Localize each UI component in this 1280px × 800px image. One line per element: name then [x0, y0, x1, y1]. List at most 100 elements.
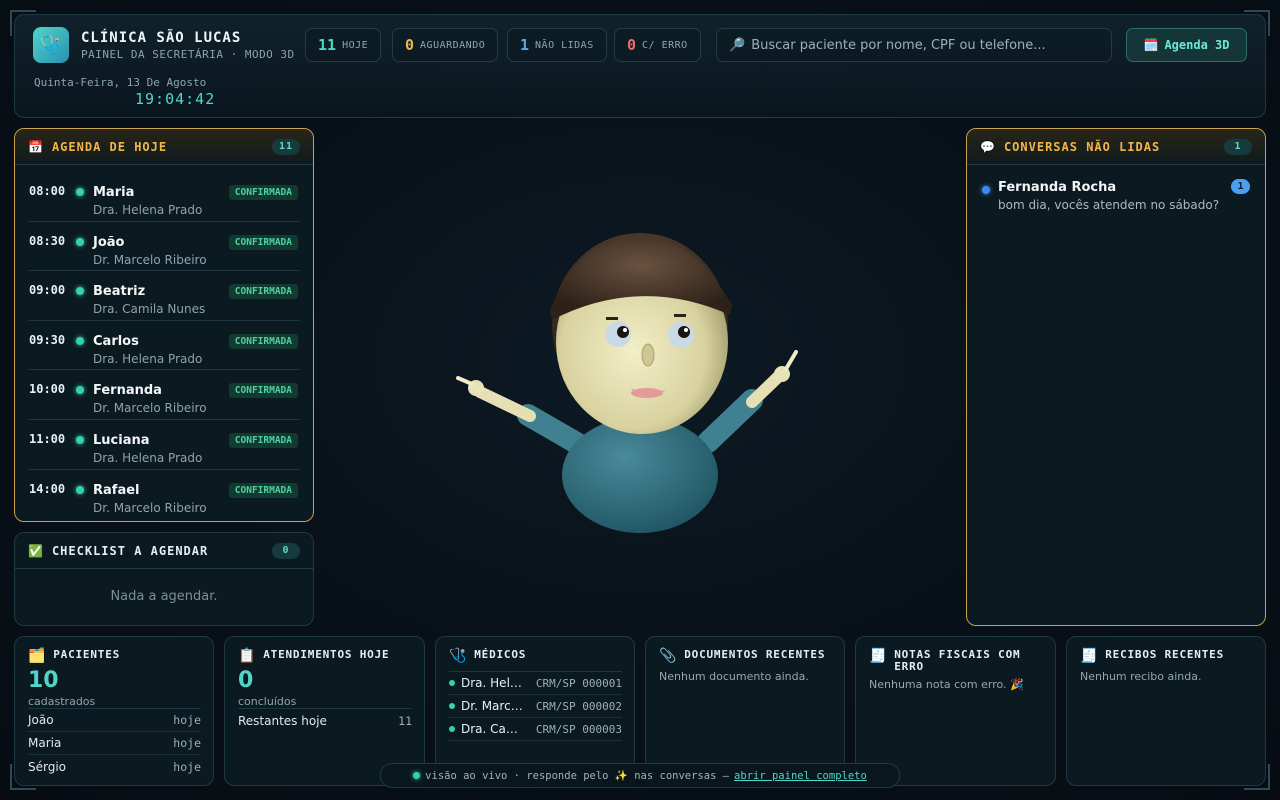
assistant-avatar[interactable] [440, 220, 820, 550]
left-finger [456, 376, 474, 386]
remaining-label: Restantes hoje [238, 713, 327, 728]
status-dot [76, 435, 84, 444]
message-preview: bom dia, vocês atendem no sábado? [998, 198, 1220, 212]
doctor-name: Dra. Camila Nunes [461, 722, 525, 736]
patient-name: Fernanda [93, 383, 162, 399]
appointment-time: 08:00 [29, 184, 66, 198]
patient-name: João [28, 713, 54, 727]
conversations-count: 1 [1224, 138, 1252, 155]
search-input[interactable]: 🔎 Buscar paciente por nome, CPF ou telef… [716, 28, 1112, 62]
top-header: 🩺 CLÍNICA SÃO LUCAS PAINEL DA SECRETÁRIA… [14, 14, 1266, 118]
status-dot [76, 287, 84, 296]
status-badge: CONFIRMADA [228, 482, 298, 498]
conversations-panel: 💬 CONVERSAS NÃO LIDAS 1 Fernanda Rocha b… [966, 128, 1266, 626]
agenda-title: AGENDA DE HOJE [51, 139, 168, 154]
status-dot [76, 336, 84, 345]
list-item[interactable]: Maria hoje [28, 732, 201, 755]
avatar-lips [631, 388, 663, 398]
card-title: NOTAS FISCAIS COM ERRO [894, 648, 1021, 673]
appointment-row[interactable]: 09:30 Carlos Dra. Helena Prado CONFIRMAD… [28, 321, 300, 371]
stat-label: HOJE [342, 39, 369, 51]
left-brow [606, 317, 618, 320]
checklist-title: CHECKLIST A AGENDAR [51, 543, 209, 558]
appointment-row[interactable]: 08:30 João Dr. Marcelo Ribeiro CONFIRMAD… [28, 222, 300, 272]
stat-value: 0 [405, 36, 415, 54]
conversations-header: 💬 CONVERSAS NÃO LIDAS 1 [967, 129, 1265, 165]
status-dot [449, 680, 455, 686]
status-badge: CONFIRMADA [228, 185, 298, 200]
unread-badge: 1 [1231, 179, 1250, 194]
doctor-row[interactable]: Dra. Camila Nunes CRM/SP 000003 [449, 718, 622, 741]
patient-name: Rafael [93, 482, 140, 498]
stat-com-erro[interactable]: 0 C/ ERRO [614, 28, 701, 62]
attendances-count: 0 [238, 668, 254, 693]
appointment-row[interactable]: 10:00 Fernanda Dr. Marcelo Ribeiro CONFI… [28, 370, 300, 420]
stat-hoje[interactable]: 11 HOJE [305, 28, 382, 62]
doctor-name: Dr. Marcelo Ribeiro [93, 500, 207, 515]
live-status-bar: visão ao vivo · responde pelo ✨ nas conv… [380, 763, 900, 788]
card-recibos[interactable]: 🧾 RECIBOS RECENTES Nenhum recibo ainda. [1066, 636, 1266, 786]
stethoscope-icon: 🩺 [33, 27, 69, 63]
list-item: Restantes hoje 11 [238, 709, 412, 732]
status-badge: CONFIRMADA [228, 284, 298, 300]
card-title: PACIENTES [53, 648, 121, 661]
patient-name: Luciana [93, 432, 150, 448]
patient-name: Carlos [93, 333, 139, 349]
appointment-row[interactable]: 11:00 Luciana Dra. Helena Prado CONFIRMA… [28, 420, 300, 470]
card-title: DOCUMENTOS RECENTES [684, 648, 826, 661]
right-forearm [746, 371, 784, 408]
patients-sub: cadastrados [28, 695, 96, 708]
doctor-row[interactable]: Dr. Marcelo Ribeiro CRM/SP 000002 [449, 695, 622, 718]
panel-subtitle: PAINEL DA SECRETÁRIA · MODO 3D [81, 48, 295, 61]
folder-icon: 🗂️ [28, 648, 47, 664]
status-dot [449, 726, 455, 732]
attendances-sub: concluídos [238, 695, 297, 708]
live-dot [413, 772, 421, 779]
open-full-panel-link[interactable]: abrir painel completo [734, 770, 867, 782]
card-title: MÉDICOS [474, 648, 527, 661]
appointment-time: 10:00 [29, 382, 66, 397]
card-title: RECIBOS RECENTES [1105, 648, 1224, 661]
agenda-3d-label: Agenda 3D [1164, 38, 1230, 52]
list-item[interactable]: Sérgio hoje [28, 755, 201, 778]
right-arm [697, 389, 763, 453]
appointment-row[interactable]: 08:00 Maria Dra. Helena Prado CONFIRMADA [28, 172, 300, 222]
status-dot [449, 703, 455, 709]
stat-aguardando[interactable]: 0 AGUARDANDO [392, 28, 499, 62]
conversation-item[interactable]: Fernanda Rocha bom dia, vocês atendem no… [980, 166, 1252, 222]
agenda-count: 11 [271, 138, 300, 155]
appointment-row[interactable]: 14:00 Rafael Dr. Marcelo Ribeiro CONFIRM… [28, 470, 300, 520]
doctor-name: Dra. Helena Prado [461, 676, 525, 690]
status-dot [76, 386, 84, 395]
unread-dot [982, 186, 990, 194]
checklist-header: ✅ CHECKLIST A AGENDAR 0 [15, 533, 313, 569]
agenda-header: 📅 AGENDA DE HOJE 11 [15, 129, 313, 165]
patient-when: hoje [173, 713, 201, 727]
patient-name: Sérgio [28, 759, 67, 774]
left-arm [517, 404, 591, 456]
agenda-3d-button[interactable]: 🗓️ Agenda 3D [1126, 28, 1247, 62]
chat-icon: 💬 [980, 139, 996, 154]
live-text: visão ao vivo · responde pelo ✨ nas conv… [425, 770, 730, 782]
documents-empty: Nenhum documento ainda. [659, 670, 809, 683]
right-pupil [678, 326, 690, 338]
invoices-empty: Nenhuma nota com erro. 🎉 [869, 678, 1024, 691]
checklist-empty: Nada a agendar. [110, 589, 218, 604]
clipboard-icon: 📋 [238, 648, 257, 664]
stat-label: C/ ERRO [642, 39, 688, 51]
list-item[interactable]: João hoje [28, 709, 201, 732]
appointment-time: 08:30 [29, 233, 66, 248]
doctor-name: Dr. Marcelo Ribeiro [93, 401, 207, 416]
status-badge: CONFIRMADA [228, 333, 298, 349]
patient-when: hoje [173, 736, 201, 750]
appointment-time: 09:30 [29, 332, 66, 347]
appointment-row[interactable]: 09:00 Beatriz Dra. Camila Nunes CONFIRMA… [28, 271, 300, 321]
conversations-title: CONVERSAS NÃO LIDAS [1003, 139, 1161, 154]
doctor-name: Dra. Helena Prado [93, 450, 203, 465]
doctor-row[interactable]: Dra. Helena Prado CRM/SP 000001 [449, 672, 622, 695]
doctor-name: Dra. Helena Prado [93, 351, 203, 366]
right-brow [674, 314, 686, 317]
card-pacientes[interactable]: 🗂️ PACIENTES 10 cadastrados João hoje Mari… [14, 636, 214, 786]
stat-nao-lidas[interactable]: 1 NÃO LIDAS [507, 28, 607, 62]
status-badge: CONFIRMADA [228, 383, 298, 399]
